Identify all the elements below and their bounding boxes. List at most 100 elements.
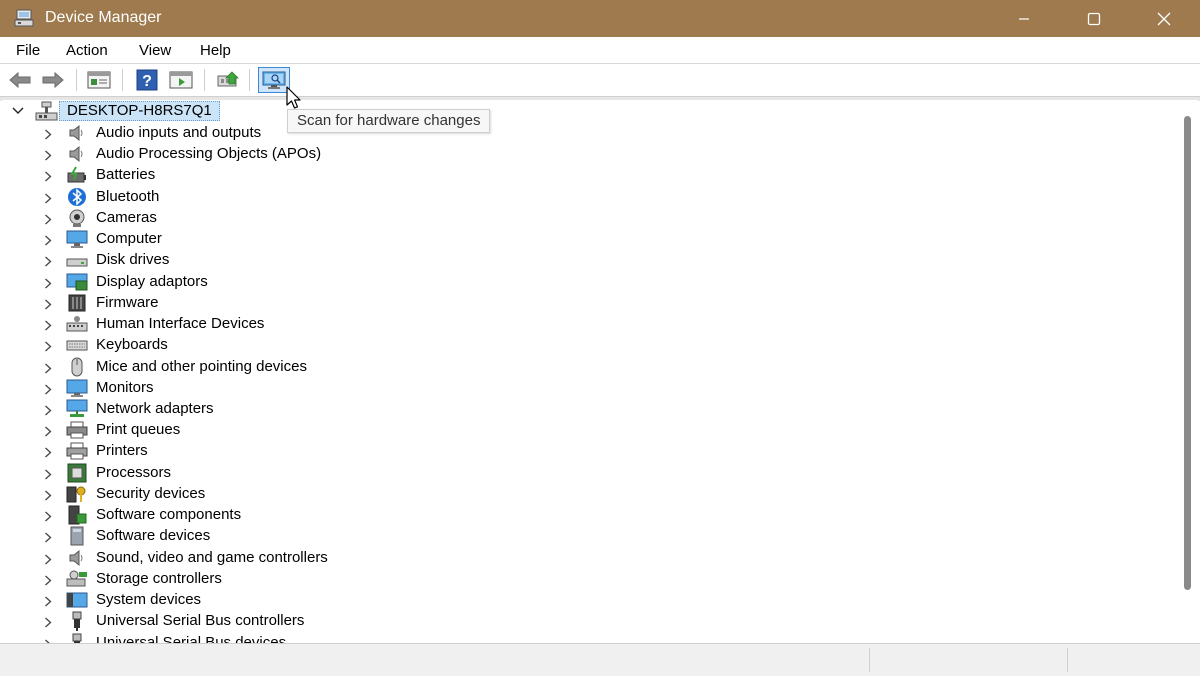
svg-text:?: ? [142,73,152,90]
root-computer-name[interactable]: DESKTOP-H8RS7Q1 [59,101,220,121]
tree-item[interactable]: Universal Serial Bus devices [2,632,702,643]
tree-item[interactable]: Software devices [2,525,702,546]
forward-button[interactable] [40,67,66,93]
tree-item-label: Sound, video and game controllers [96,548,328,566]
tree-item-label: Firmware [96,293,159,311]
scrollbar-thumb[interactable] [1184,116,1191,590]
firmware-icon [66,293,88,313]
tree-item-label: Universal Serial Bus controllers [96,612,305,630]
tree-item[interactable]: Batteries [2,164,702,185]
disk-drive-icon [66,250,88,270]
properties-button[interactable] [86,67,112,93]
toolbar: ? [0,64,1200,96]
tree-item-label: Batteries [96,166,156,184]
vertical-scrollbar[interactable] [1180,100,1196,643]
monitor-icon [66,378,88,398]
tree-item[interactable]: Processors [2,462,702,483]
software-component-icon [66,505,88,525]
tree-item[interactable]: Disk drives [2,249,702,270]
tree-item-label: Monitors [96,378,154,396]
toolbar-separator [76,69,77,91]
tree-item-label: Print queues [96,421,181,439]
window-title: Device Manager [45,9,162,26]
device-tree[interactable]: DESKTOP-H8RS7Q1 Audio inputs and outputs… [2,100,1198,643]
tree-item[interactable]: Mice and other pointing devices [2,356,702,377]
tree-item-label: Processors [96,463,172,481]
tree-item-label: Mice and other pointing devices [96,357,307,375]
print-queue-icon [66,420,88,440]
network-adapter-icon [66,399,88,419]
usb-icon [66,633,88,643]
status-divider [1067,648,1068,672]
system-devices-icon [66,590,88,610]
device-manager-app-icon [14,9,34,27]
speaker-icon [66,548,88,568]
speaker-icon [66,144,88,164]
maximize-button[interactable] [1071,0,1117,37]
back-button[interactable] [7,67,33,93]
tree-item[interactable]: Universal Serial Bus controllers [2,610,702,632]
tree-item[interactable]: Display adaptors [2,271,702,292]
tree-item[interactable]: Computer [2,228,702,249]
chevron-down-icon[interactable] [12,106,24,116]
title-bar[interactable]: Device Manager [0,0,1200,37]
camera-icon [66,208,88,228]
update-driver-icon [217,71,239,87]
tree-item[interactable]: Security devices [2,483,702,504]
tooltip: Scan for hardware changes [287,109,491,133]
tree-item-label: Printers [96,442,148,460]
update-driver-button[interactable] [215,67,241,93]
properties-icon [87,71,111,89]
display-adapter-icon [66,272,88,292]
menu-file[interactable]: File [16,42,40,59]
computer-icon [66,229,88,249]
tree-item-label: Software devices [96,527,211,545]
tree-item-label: Bluetooth [96,187,160,205]
mouse-icon [66,357,88,377]
menu-help[interactable]: Help [200,42,231,59]
menu-bar: File Action View Help [0,37,1200,64]
tree-item[interactable]: System devices [2,589,702,610]
toolbar-separator [204,69,205,91]
tree-item[interactable]: Human Interface Devices [2,313,702,334]
keyboard-icon [66,335,88,355]
menu-view[interactable]: View [139,42,171,59]
tree-item-label: Keyboards [96,336,168,354]
forward-icon [42,71,64,89]
tree-item-label: Computer [96,230,162,248]
status-bar [0,643,1200,676]
tree-item[interactable]: Storage controllers [2,568,702,589]
printer-icon [66,441,88,461]
tree-item[interactable]: Cameras [2,207,702,228]
tree-item[interactable]: Monitors [2,377,702,398]
run-icon [169,71,193,89]
tree-item[interactable]: Print queues [2,419,702,440]
processor-icon [66,463,88,483]
computer-root-icon [35,101,58,121]
help-button[interactable]: ? [134,67,160,93]
tree-item[interactable]: Audio Processing Objects (APOs) [2,143,702,164]
toolbar-separator [249,69,250,91]
tree-item-label: Disk drives [96,251,170,269]
close-button[interactable] [1141,0,1187,37]
usb-icon [66,611,88,632]
run-button[interactable] [168,67,194,93]
tree-item[interactable]: Keyboards [2,334,702,355]
tree-item-label: Security devices [96,484,206,502]
tree-item[interactable]: Firmware [2,292,702,313]
software-device-icon [66,526,88,546]
tree-item-label: Cameras [96,208,157,226]
tree-item-label: Network adapters [96,399,214,417]
security-key-icon [66,484,88,504]
toolbar-separator [122,69,123,91]
battery-icon [66,165,88,185]
tree-item-label: Display adaptors [96,272,208,290]
minimize-button[interactable] [1001,0,1047,37]
tree-item[interactable]: Sound, video and game controllers [2,547,702,568]
menu-action[interactable]: Action [66,42,108,59]
help-icon: ? [136,69,158,91]
tree-item[interactable]: Network adapters [2,398,702,419]
tree-item[interactable]: Bluetooth [2,186,702,207]
tree-item[interactable]: Printers [2,440,702,461]
tree-item[interactable]: Software components [2,504,702,525]
